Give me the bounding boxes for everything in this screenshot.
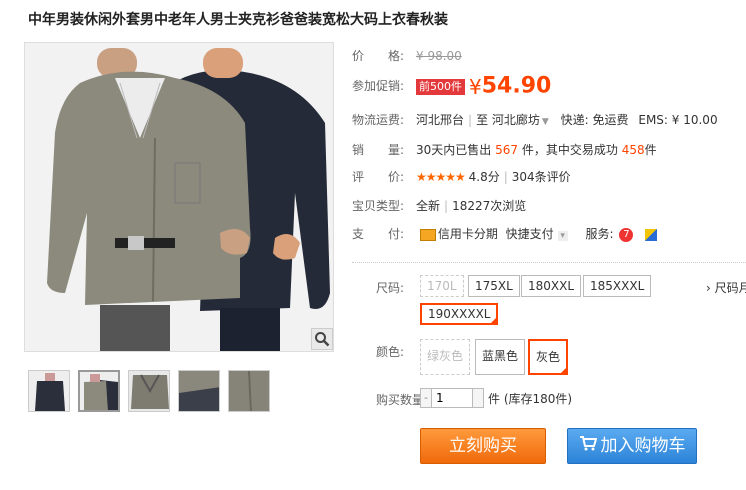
chevron-down-icon[interactable]: ▾ xyxy=(557,231,568,241)
quantity-stepper: - 件 (库存180件) xyxy=(420,388,572,408)
payment-row: 支 付: 信用卡分期 快捷支付 ▾ 服务: 7 xyxy=(352,224,658,244)
credit-installment[interactable]: 信用卡分期 xyxy=(438,227,498,241)
promo-price: 54.90 xyxy=(481,73,552,99)
condition-row: 宝贝类型: 全新 | 18227次浏览 xyxy=(352,196,526,216)
guarantee-icon[interactable] xyxy=(645,228,658,241)
promo-row: 参加促销: 前500件 ¥54.90 xyxy=(352,72,551,100)
rating-stars: ★★★★★ xyxy=(416,170,466,184)
payment-label: 支 付: xyxy=(352,227,405,241)
condition-type: 全新 xyxy=(416,199,441,213)
size-label: 尺码: xyxy=(376,281,405,295)
size-option-190xxxxl[interactable]: 190XXXXL xyxy=(420,303,499,325)
seven-day-return-icon[interactable]: 7 xyxy=(619,227,634,242)
quantity-increase-button[interactable] xyxy=(472,388,484,408)
rating-score: 4.8分 xyxy=(468,170,500,184)
quick-pay[interactable]: 快捷支付 xyxy=(506,227,554,241)
color-option-blue-black[interactable]: 蓝黑色 xyxy=(475,339,526,375)
add-to-cart-button[interactable]: 加入购物车 xyxy=(567,428,697,464)
buy-now-button[interactable]: 立刻购买 xyxy=(420,428,546,464)
magnifier-icon xyxy=(315,332,330,347)
ems-fee: EMS: ¥ 10.00 xyxy=(638,113,718,127)
original-price: ¥ 98.00 xyxy=(416,49,462,63)
reviews-link[interactable]: 304条评价 xyxy=(512,170,571,184)
color-label: 颜色: xyxy=(376,345,405,359)
thumbnail[interactable] xyxy=(78,370,120,412)
stock-info: 件 (库存180件) xyxy=(488,391,573,406)
add-to-cart-label: 加入购物车 xyxy=(600,436,686,456)
size-option-175xl[interactable]: 175XL xyxy=(468,275,520,297)
divider xyxy=(352,262,746,263)
thumbnail[interactable] xyxy=(228,370,270,412)
main-product-image[interactable] xyxy=(24,42,334,352)
credit-card-icon xyxy=(419,228,436,241)
condition-label: 宝贝类型: xyxy=(352,199,405,213)
promo-label: 参加促销: xyxy=(352,79,405,93)
rating-row: 评 价: ★★★★★ 4.8分 | 304条评价 xyxy=(352,167,571,187)
color-option-green-grey[interactable]: 绿灰色 xyxy=(420,339,471,375)
price-label: 价 格: xyxy=(352,49,405,63)
product-title: 中年男装休闲外套男中老年人男士夹克衫爸爸装宽松大码上衣春秋装 xyxy=(28,12,448,28)
shipping-row: 物流运费: 河北邢台 | 至 河北廊坊 ▼ 快递: 免运费 EMS: ¥ 10.00 xyxy=(352,110,718,130)
price-row: 价 格: ¥ 98.00 xyxy=(352,46,462,66)
color-option-grey[interactable]: 灰色 xyxy=(528,339,569,375)
promo-tag: 前500件 xyxy=(416,78,465,95)
sales-row: 销 量: 30天内已售出 567 件，其中交易成功 458件 xyxy=(352,140,657,160)
view-count: 18227次浏览 xyxy=(452,199,527,213)
size-chart-link[interactable]: › 尺码月 xyxy=(706,279,746,296)
sold-count: 567 xyxy=(495,143,519,157)
ship-to-select[interactable]: 河北廊坊 ▼ xyxy=(492,113,549,127)
express-fee: 快递: 免运费 xyxy=(560,113,629,127)
service-label: 服务: xyxy=(585,227,614,241)
size-option-185xxxl[interactable]: 185XXXL xyxy=(583,275,652,297)
quantity-decrease-button[interactable]: - xyxy=(420,388,432,408)
sales-label: 销 量: xyxy=(352,143,405,157)
cart-icon xyxy=(579,429,597,463)
ship-to-prefix: 至 xyxy=(476,113,489,127)
thumbnail[interactable] xyxy=(128,370,170,412)
thumbnail[interactable] xyxy=(28,370,70,412)
success-count: 458 xyxy=(621,143,645,157)
chevron-down-icon: ▼ xyxy=(541,117,549,127)
thumbnail-strip xyxy=(28,370,270,412)
currency-symbol: ¥ xyxy=(469,74,482,99)
shipping-label: 物流运费: xyxy=(352,113,405,127)
thumbnail[interactable] xyxy=(178,370,220,412)
ship-from: 河北邢台 xyxy=(416,113,465,127)
zoom-button[interactable] xyxy=(311,328,333,350)
rating-label: 评 价: xyxy=(352,170,405,184)
size-option-170l[interactable]: 170L xyxy=(420,275,464,297)
size-option-180xxl[interactable]: 180XXL xyxy=(521,275,582,297)
quantity-input[interactable] xyxy=(432,388,472,408)
